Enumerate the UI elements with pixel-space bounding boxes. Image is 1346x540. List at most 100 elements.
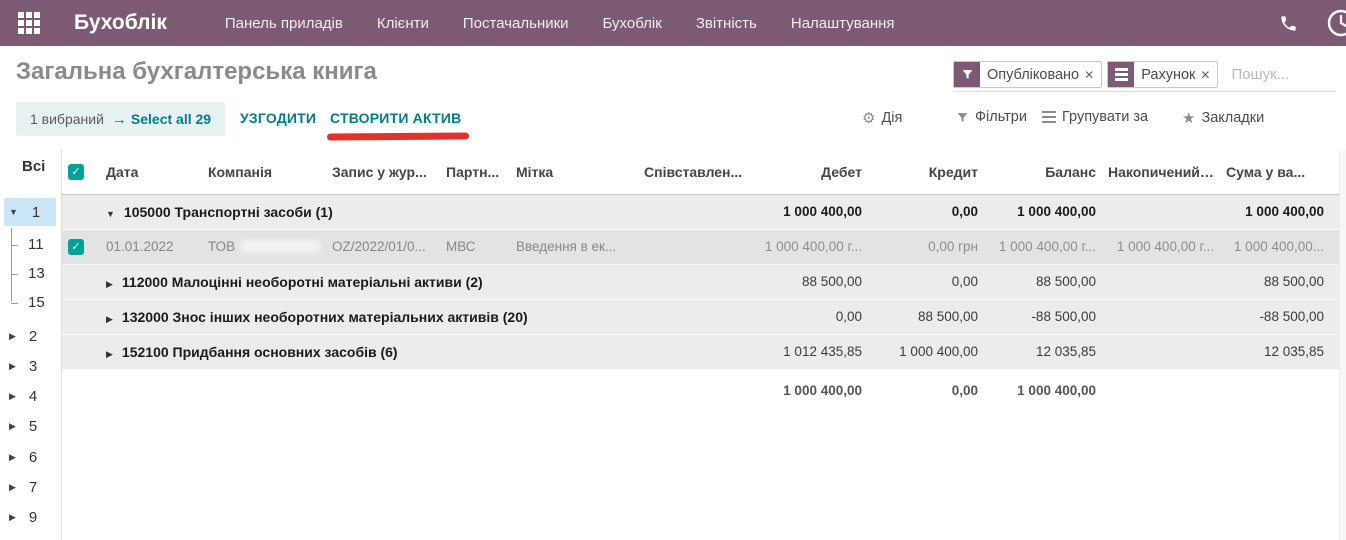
ledger-table: ✓ Дата Компанія Запис у жур... Партн... … [62,150,1346,411]
sidebar-item-13[interactable]: 13 [0,259,45,288]
select-all-checkbox[interactable]: ✓ [68,163,84,180]
check-icon: ✓ [71,166,81,179]
redacted-company-name [241,240,320,253]
group-accumulated [1102,194,1220,230]
group-label: 132000 Знос інших необоротних матеріальн… [121,308,528,325]
group-row-112000[interactable]: ▶ 112000 Малоцінні необоротні матеріальні… [62,264,1346,300]
menu-reporting[interactable]: Звітність [696,15,757,32]
close-icon[interactable]: ✕ [1084,68,1094,82]
cell-date: 01.01.2022 [100,229,202,265]
sidebar-children-of-1: 11 13 15 [0,228,45,317]
col-header-balance[interactable]: Баланс [984,150,1102,195]
search-bar[interactable]: Опубліковано ✕ Рахунок ✕ [953,58,1342,92]
sidebar-item-3[interactable]: ▶ 3 [0,352,60,380]
search-input[interactable] [1231,66,1342,83]
col-header-amount-currency[interactable]: Сума у ва... [1220,150,1330,195]
favorites-button[interactable]: ★ Закладки [1182,109,1264,127]
sidebar-item-7[interactable]: ▶ 7 [0,473,60,501]
caret-right-icon[interactable]: ▶ [106,349,113,359]
sidebar-item-6[interactable]: ▶ 6 [0,443,60,471]
group-by-icon [1108,62,1135,87]
arrow-right-icon: → [111,110,127,128]
group-balance: 88 500,00 [984,264,1102,300]
sidebar-item-1-selected[interactable]: ▼ 1 [4,198,56,226]
group-balance: 12 035,85 [984,334,1102,370]
col-header-partner[interactable]: Партн... [440,150,510,195]
sidebar-item-4[interactable]: ▶ 4 [0,382,60,410]
caret-down-icon[interactable]: ▼ [106,209,115,219]
menu-accounting[interactable]: Бухоблік [603,15,662,32]
caret-right-icon: ▶ [9,420,16,431]
company-prefix: ТОВ [208,239,236,254]
action-menu-button[interactable]: ⚙ Дія [862,109,902,127]
group-label: 112000 Малоцінні необоротні матеріальні … [121,273,483,290]
sidebar-item-9[interactable]: ▶ 9 [0,503,60,531]
sidebar-item-11[interactable]: 11 [0,230,45,259]
menu-dashboard[interactable]: Панель приладів [225,15,343,32]
group-debit: 0,00 [752,299,868,335]
group-balance: -88 500,00 [984,299,1102,335]
cell-partner: МВС [440,229,510,265]
col-header-label[interactable]: Мітка [510,150,638,195]
group-by-label: Групувати за [1062,109,1149,125]
phone-icon[interactable] [1279,14,1298,33]
group-amount-currency: 88 500,00 [1220,264,1330,300]
group-credit: 0,00 [868,264,984,300]
group-row-152100[interactable]: ▶ 152100 Придбання основних засобів (6) 1… [62,334,1346,370]
apps-grid-icon[interactable] [18,12,40,34]
row-checkbox-checked[interactable]: ✓ [68,238,84,255]
sidebar-item-label: 15 [28,294,45,311]
group-balance: 1 000 400,00 [984,194,1102,230]
menu-vendors[interactable]: Постачальники [463,15,569,32]
menu-customers[interactable]: Клієнти [377,15,429,32]
group-amount-currency: -88 500,00 [1220,299,1330,335]
vertical-scrollbar[interactable] [1339,150,1346,540]
col-header-journal-entry[interactable]: Запис у жур... [326,150,440,195]
caret-right-icon[interactable]: ▶ [106,314,113,324]
caret-right-icon: ▶ [9,390,16,401]
filters-button[interactable]: Фільтри [956,109,1027,125]
cell-label: Введення в ек... [510,229,638,265]
top-navbar: Бухоблік Панель приладів Клієнти Постача… [0,0,1346,46]
select-all-link[interactable]: → Select all 29 [112,111,211,128]
cell-company: ТОВ [208,239,320,254]
search-facet-groupby: Рахунок ✕ [1107,61,1219,88]
gear-icon: ⚙ [862,110,876,127]
cell-debit: 1 000 400,00 г... [752,229,868,265]
col-header-debit[interactable]: Дебет [752,150,868,195]
group-label: 152100 Придбання основних засобів (6) [121,343,398,360]
app-title[interactable]: Бухоблік [74,11,167,35]
search-facet-filter: Опубліковано ✕ [953,61,1103,88]
caret-right-icon: ▶ [9,511,16,522]
col-header-credit[interactable]: Кредит [868,150,984,195]
caret-right-icon[interactable]: ▶ [106,279,113,289]
facet-label: Опубліковано ✕ [980,62,1101,87]
col-header-accumulated[interactable]: Накопичений ... [1102,150,1220,195]
group-by-button[interactable]: Групувати за [1042,109,1148,125]
cell-amount-currency: 1 000 400,00... [1220,229,1330,265]
col-header-date[interactable]: Дата [100,150,202,195]
action-menu-label: Дія [881,110,903,126]
sidebar-item-15[interactable]: 15 [0,288,45,317]
group-row-132000[interactable]: ▶ 132000 Знос інших необоротних матеріаль… [62,299,1346,335]
account-tree-sidebar: Всі ▼ 1 11 13 15 ▶ 2 ▶ 3 ▶ 4 ▶ 5 ▶ 6 ▶ 7… [0,150,62,540]
menu-settings[interactable]: Налаштування [791,15,895,32]
create-asset-button[interactable]: СТВОРИТИ АКТИВ [330,110,461,126]
sidebar-header-all[interactable]: Всі [22,158,45,175]
close-icon[interactable]: ✕ [1200,68,1210,82]
group-credit: 0,00 [868,194,984,230]
tree-tick [11,244,18,246]
col-header-company[interactable]: Компанія [202,150,326,195]
caret-right-icon: ▶ [9,451,16,462]
sidebar-item-label: 5 [28,417,38,435]
total-debit: 1 000 400,00 [752,369,868,411]
reconcile-button[interactable]: УЗГОДИТИ [240,110,316,126]
sidebar-item-5[interactable]: ▶ 5 [0,412,60,440]
col-header-matching[interactable]: Співставлен... [638,150,752,195]
move-line-row[interactable]: ✓ 01.01.2022 ТОВ OZ/2022/01/0... МВС Вве… [62,229,1346,265]
sidebar-item-2[interactable]: ▶ 2 [0,322,60,350]
group-row-105000[interactable]: ▼ 105000 Транспортні засоби (1) 1 000 400… [62,194,1346,230]
activity-clock-icon[interactable] [1324,6,1346,40]
navbar-right [1279,6,1346,40]
sidebar-item-label: 2 [28,327,38,345]
